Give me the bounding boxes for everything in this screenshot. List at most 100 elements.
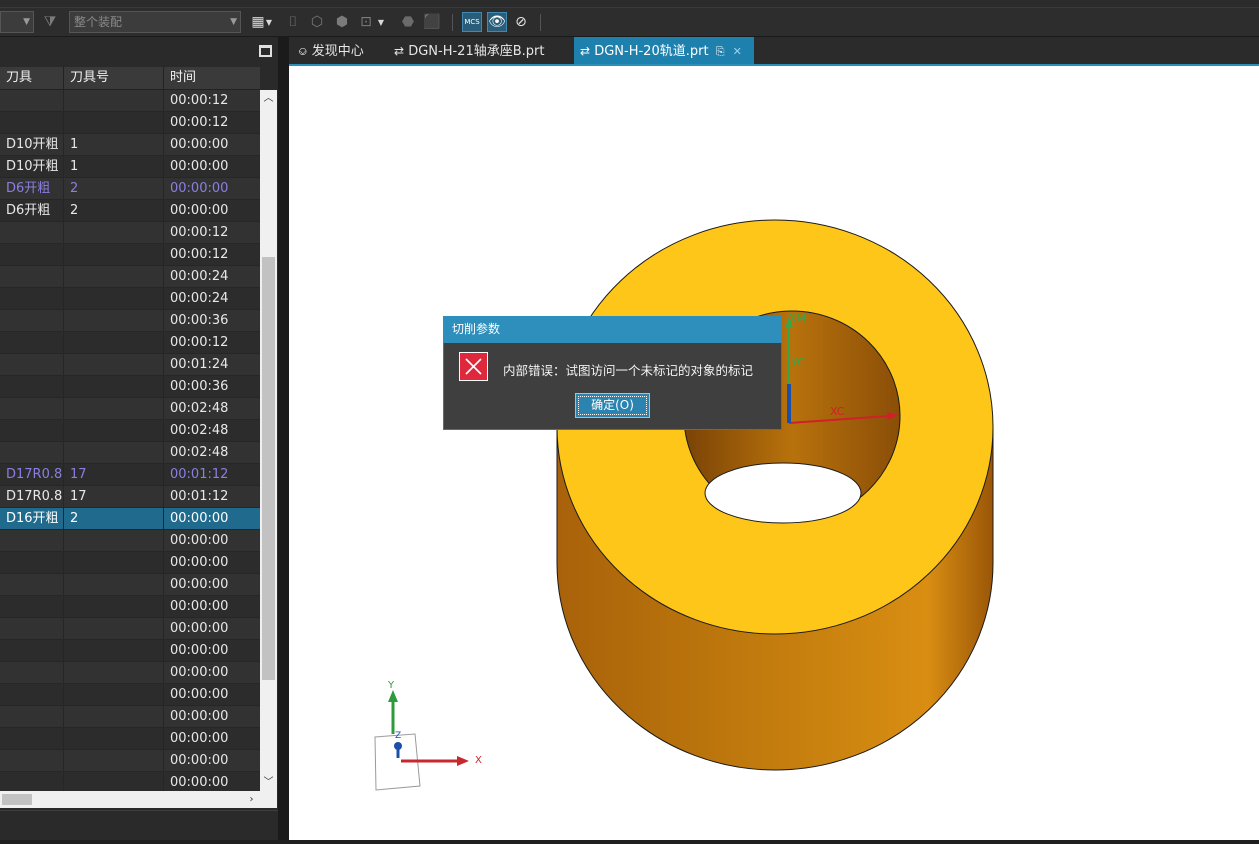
cell-tool-number [64,618,164,640]
table-row[interactable]: D16开粗 2 00:00:00 [0,508,260,530]
table-row[interactable]: 00:00:24 [0,288,260,310]
show-eye-icon[interactable]: 👁 [487,12,507,32]
chevron-down-icon[interactable]: ▼ [264,12,274,32]
tab-part-bearing-seat[interactable]: ⇄ DGN-H-21轴承座B.prt [388,37,570,65]
column-header-tool-number[interactable]: 刀具号 [64,67,164,90]
chevron-down-icon[interactable]: ▼ [376,12,386,32]
cell-tool [0,530,64,552]
cell-tool-number [64,640,164,662]
select-bracket-icon[interactable]: ⌷ [283,12,303,32]
horizontal-scrollbar[interactable] [0,791,260,808]
model-canvas[interactable]: XM YC XC Y X Z [289,66,1259,840]
chevron-down-icon: ▼ [23,17,30,27]
bore-through-opening [704,462,862,524]
table-row[interactable]: 00:00:12 [0,222,260,244]
column-header-time[interactable]: 时间 [164,67,260,90]
snap-point-icon[interactable]: ⊡ [356,12,376,32]
filter-combo[interactable]: ▼ [0,11,34,33]
cell-tool-number [64,530,164,552]
toolbar-divider [540,14,541,31]
cell-tool-number [64,574,164,596]
dialog-title[interactable]: 切削参数 [443,316,782,343]
table-row[interactable]: D17R0.8 17 00:01:12 [0,464,260,486]
table-row[interactable]: 00:00:36 [0,310,260,332]
cell-tool: D17R0.8 [0,464,64,486]
table-row[interactable]: 00:00:00 [0,574,260,596]
cell-tool [0,244,64,266]
scrollbar-corner [260,791,277,808]
table-row[interactable]: 00:00:24 [0,266,260,288]
cell-tool [0,596,64,618]
scroll-right-icon[interactable]: › [243,791,260,808]
panel-splitter[interactable] [278,37,289,840]
cell-tool [0,662,64,684]
table-row[interactable]: 00:01:24 [0,354,260,376]
graphics-window[interactable]: XM YC XC Y X Z [289,66,1259,840]
table-row[interactable]: 00:00:00 [0,706,260,728]
assembly-scope-combo[interactable]: 整个装配 ▼ [69,11,241,33]
tab-discovery-center[interactable]: ⎉ 发现中心 [292,37,390,65]
cell-time: 00:00:00 [164,728,260,750]
component-icon[interactable]: ⬢ [332,12,352,32]
cell-time: 00:00:36 [164,376,260,398]
filter-icon[interactable]: ⧩ [40,12,60,32]
tab-part-track[interactable]: ⇄ DGN-H-20轨道.prt ⎘ ✕ [574,37,754,65]
table-row[interactable]: 00:00:00 [0,684,260,706]
cell-tool-number [64,90,164,112]
table-row[interactable]: 00:00:00 [0,552,260,574]
shaded-cube-icon[interactable]: ⬛ [422,12,442,32]
cell-time: 00:00:24 [164,288,260,310]
cell-tool: D6开粗 [0,178,64,200]
table-row[interactable]: D10开粗 1 00:00:00 [0,134,260,156]
table-row[interactable]: 00:00:12 [0,90,260,112]
scroll-up-icon[interactable]: ︿ [260,90,277,107]
cell-time: 00:00:00 [164,772,260,791]
scroll-down-icon[interactable]: ﹀ [260,774,277,791]
table-row[interactable]: 00:00:36 [0,376,260,398]
table-row[interactable]: 00:00:00 [0,772,260,791]
table-row[interactable]: 00:00:12 [0,332,260,354]
cell-tool-number: 2 [64,508,164,530]
cell-tool-number: 17 [64,464,164,486]
table-row[interactable]: D6开粗 2 00:00:00 [0,178,260,200]
column-header-tool[interactable]: 刀具 [0,67,64,90]
table-row[interactable]: D6开粗 2 00:00:00 [0,200,260,222]
cell-tool-number [64,728,164,750]
solid-cube-icon[interactable]: ⬣ [398,12,418,32]
cylinder-model[interactable] [556,219,994,771]
table-row[interactable]: D10开粗 1 00:00:00 [0,156,260,178]
cell-tool-number [64,332,164,354]
table-row[interactable]: 00:00:12 [0,112,260,134]
table-row[interactable]: 00:02:48 [0,420,260,442]
cell-tool-number [64,552,164,574]
cell-tool: D6开粗 [0,200,64,222]
vertical-scrollbar-thumb[interactable] [262,257,275,680]
hide-eye-icon[interactable]: ⊘ [511,12,531,32]
hexagon-icon[interactable]: ⬡ [307,12,327,32]
table-row[interactable]: 00:00:00 [0,640,260,662]
table-row[interactable]: 00:00:00 [0,596,260,618]
mcs-display-icon[interactable]: MCS [462,12,482,32]
maximize-icon[interactable] [259,45,272,57]
table-row[interactable]: 00:02:48 [0,442,260,464]
wcs-yc-label: YC [790,356,805,369]
table-row[interactable]: 00:00:00 [0,618,260,640]
cell-time: 00:00:00 [164,684,260,706]
cell-tool-number [64,684,164,706]
cell-tool [0,420,64,442]
part-icon: ⇄ [394,44,405,58]
table-row[interactable]: 00:00:00 [0,530,260,552]
table-row[interactable]: 00:00:12 [0,244,260,266]
table-row[interactable]: 00:00:00 [0,662,260,684]
panel-footer [0,808,278,840]
table-row[interactable]: 00:00:00 [0,728,260,750]
horizontal-scrollbar-thumb[interactable] [2,794,32,805]
ok-button[interactable]: 确定(O) [575,393,650,418]
table-row[interactable]: 00:00:00 [0,750,260,772]
table-row[interactable]: D17R0.8 17 00:01:12 [0,486,260,508]
table-row[interactable]: 00:02:48 [0,398,260,420]
cell-tool-number: 17 [64,486,164,508]
cell-tool [0,310,64,332]
close-icon[interactable]: ✕ [733,45,742,58]
cell-tool-number: 2 [64,200,164,222]
